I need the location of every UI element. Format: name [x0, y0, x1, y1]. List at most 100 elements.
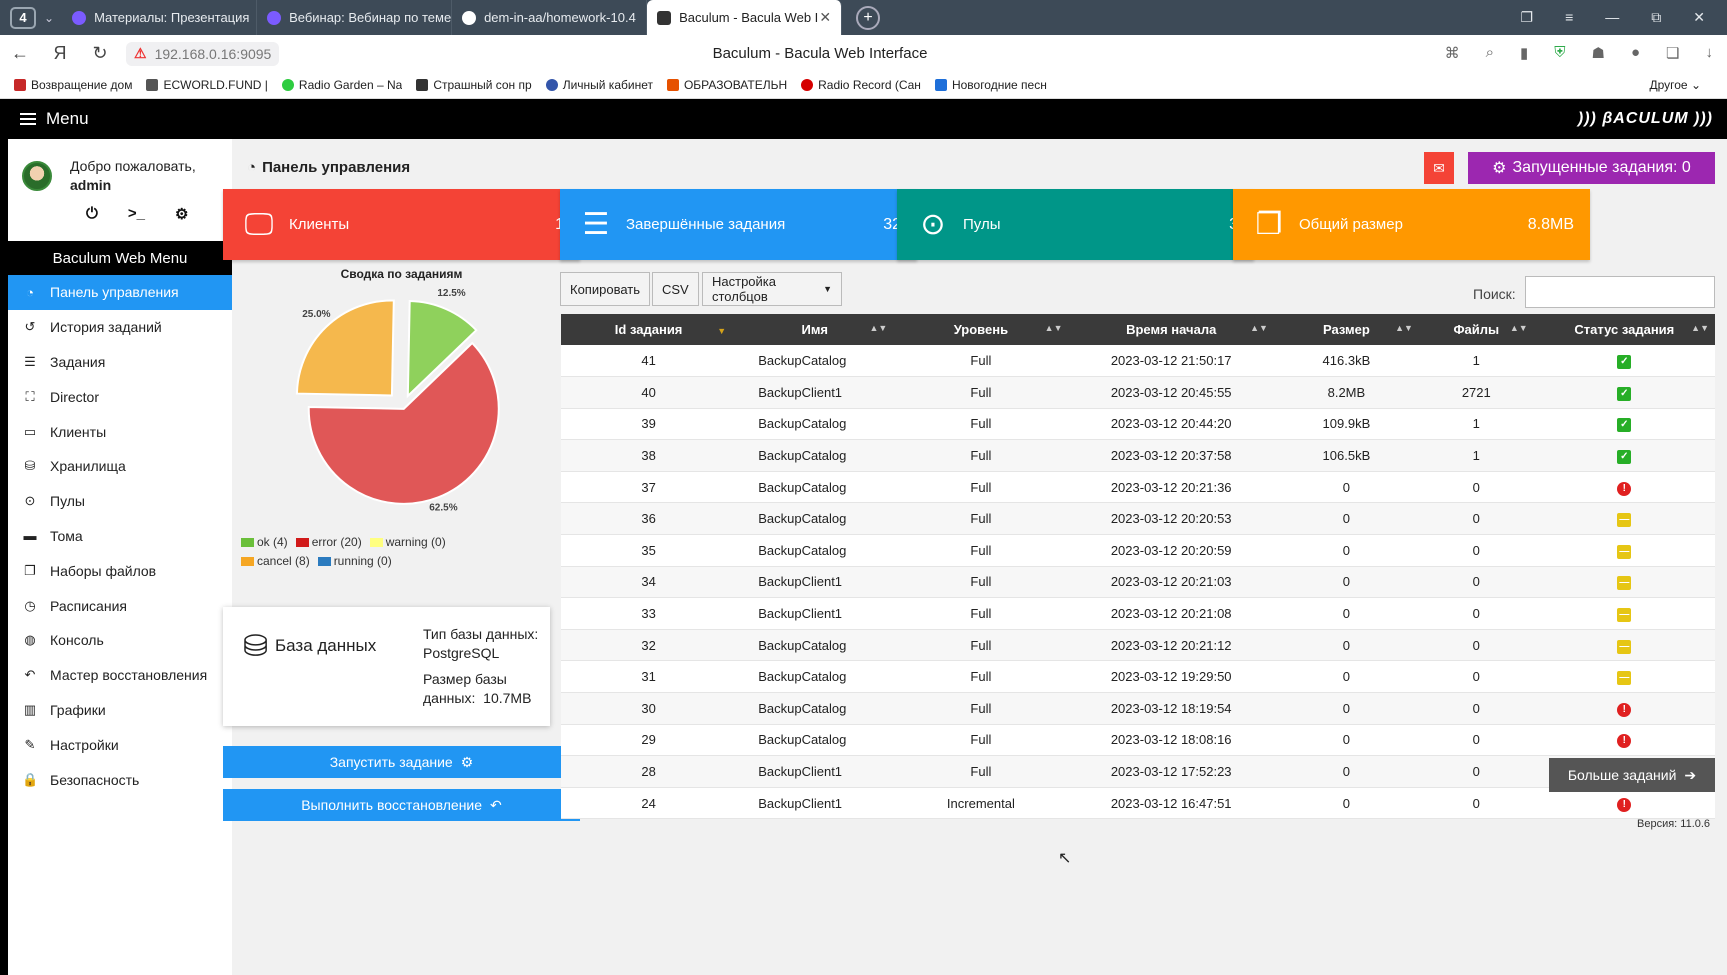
run-job-button[interactable]: Запустить задание ⚙ — [223, 746, 580, 778]
bookmark-label: Личный кабинет — [562, 78, 653, 92]
table-row[interactable]: 33 BackupClient1 Full 2023-03-12 20:21:08 0 0… — [561, 597, 1715, 630]
table-row[interactable]: 36 BackupCatalog Full 2023-03-12 20:20:53 0 0… — [561, 502, 1715, 536]
tab-list-dropdown[interactable]: ⌄ — [44, 11, 54, 25]
github-icon — [462, 10, 477, 25]
close-window-icon[interactable]: ✕ — [1693, 9, 1705, 26]
finished-jobs-card[interactable]: ☰ Завершённые задания 32 — [560, 189, 917, 260]
total-size-card[interactable]: ❐ Общий размер 8.8MB — [1233, 189, 1590, 260]
sidebar-item[interactable]: 🔒 Безопасность — [8, 762, 232, 797]
sidebar-item[interactable]: ⛁ Хранилища — [8, 449, 232, 484]
protect-shield-icon[interactable]: ⛨ — [1554, 44, 1565, 62]
table-row[interactable]: 40 BackupClient1 Full 2023-03-12 20:45:55 8.… — [561, 376, 1715, 409]
bookmark-item[interactable]: Страшный сон пр — [416, 78, 532, 92]
tab-favicon-icon — [72, 10, 87, 25]
bookmark-icon[interactable]: ▮ — [1520, 44, 1528, 62]
gear-icon[interactable]: ⚙ — [175, 205, 188, 223]
status-ok-icon: ✓ — [1617, 450, 1632, 465]
collections-icon[interactable]: ❏ — [1666, 44, 1679, 62]
sidebar-item[interactable]: ◷ Расписания — [8, 588, 232, 623]
menu-toggle-button[interactable]: Menu — [20, 109, 89, 129]
sidebar-item[interactable]: ◍ Консоль — [8, 623, 232, 658]
sidebar-item[interactable]: ⛶ Director — [8, 379, 232, 414]
sidebar-item[interactable]: ▥ Графики — [8, 693, 232, 728]
column-header[interactable]: Имя ▲▼ — [736, 314, 894, 345]
tab-count-badge[interactable]: 4 — [10, 6, 36, 29]
column-header-label: Статус задания — [1574, 322, 1675, 337]
browser-menu-icon[interactable]: ≡ — [1565, 9, 1573, 26]
table-row[interactable]: 38 BackupCatalog Full 2023-03-12 20:37:58 10… — [561, 439, 1715, 472]
pools-card[interactable]: ⊙Пулы3 — [897, 189, 1254, 260]
table-row[interactable]: 41 BackupCatalog Full 2023-03-12 21:50:17 41… — [561, 345, 1715, 378]
search-input[interactable] — [1525, 276, 1715, 308]
column-header[interactable]: Файлы ▲▼ — [1418, 314, 1534, 345]
table-cell: BackupClient1 — [736, 566, 894, 599]
download-icon[interactable]: ↓ — [1706, 44, 1714, 62]
column-header[interactable]: Размер ▲▼ — [1273, 314, 1419, 345]
bookmark-item[interactable]: ECWORLD.FUND | — [146, 78, 268, 92]
desktop-icon: ▭ — [23, 423, 37, 439]
table-row[interactable]: 37 BackupCatalog Full 2023-03-12 20:21:36 0 0… — [561, 471, 1715, 504]
bookmark-item[interactable]: Radio Record (Сан — [801, 78, 921, 92]
new-tab-button[interactable]: + — [856, 5, 881, 30]
sidebar-item[interactable]: ✎ Настройки — [8, 727, 232, 762]
legend-item[interactable]: running (0) — [317, 554, 392, 568]
bookmark-item[interactable]: Личный кабинет — [545, 78, 653, 92]
csv-button[interactable]: CSV — [652, 272, 699, 306]
power-icon[interactable]: ⏻ — [86, 205, 98, 223]
sidebar-item[interactable]: ▭ Клиенты — [8, 414, 232, 449]
table-row[interactable]: 35 BackupCatalog Full 2023-03-12 20:20:59 0 0… — [561, 534, 1715, 567]
table-cell: 2023-03-12 20:37:58 — [1068, 439, 1274, 472]
table-row[interactable]: 32 BackupCatalog Full 2023-03-12 20:21:12 0 0… — [561, 629, 1715, 662]
column-settings-button[interactable]: Настройка столбцов ▼ — [702, 272, 842, 306]
copy-button[interactable]: Копировать — [560, 272, 650, 306]
table-row[interactable]: 24 BackupClient1 Incremental 2023-03-12 16:… — [561, 787, 1715, 820]
sidebar-item[interactable]: ⊙ Пулы — [8, 484, 232, 519]
table-cell: BackupCatalog — [736, 534, 894, 567]
extension-icon[interactable]: ● — [1631, 44, 1640, 62]
minimize-icon[interactable]: — — [1605, 9, 1619, 26]
column-header[interactable]: Статус задания ▲▼ — [1533, 314, 1715, 345]
browser-tab-active[interactable]: Baculum - Bacula Web I ✕ — [647, 0, 843, 35]
running-jobs-button[interactable]: ⚙ Запущенные задания: 0 — [1468, 152, 1715, 184]
legend-item[interactable]: error (20) — [295, 535, 362, 549]
legend-item[interactable]: warning (0) — [369, 535, 446, 549]
browser-tab[interactable]: dem-in-aa/homework-10.4 — [452, 0, 648, 35]
collections-icon[interactable]: ❐ — [1521, 9, 1534, 26]
restore-button[interactable]: Выполнить восстановление ↶ — [223, 789, 580, 821]
more-jobs-button[interactable]: Больше заданий ➔ — [1549, 758, 1715, 792]
sidebar-item[interactable]: ☰ Задания — [8, 345, 232, 380]
bookmark-item[interactable]: Radio Garden – Na — [281, 78, 402, 92]
zoom-icon[interactable]: ⌕ — [1486, 44, 1494, 62]
bookmarks-bar: Возвращение дом ECWORLD.FUND | Radio Gar… — [0, 72, 1727, 99]
browser-tab[interactable]: Вебинар: Вебинар по теме — [257, 0, 453, 35]
messages-button[interactable]: ✉ — [1424, 152, 1454, 184]
undo-icon: ↶ — [24, 667, 36, 683]
table-row[interactable]: 34 BackupClient1 Full 2023-03-12 20:21:03 0 0… — [561, 566, 1715, 599]
column-header[interactable]: Уровень ▲▼ — [893, 314, 1069, 345]
table-row[interactable]: 39 BackupCatalog Full 2023-03-12 20:44:20 10… — [561, 408, 1715, 441]
sidebar-item[interactable]: ◔ Панель управления — [8, 275, 232, 310]
extension-icon[interactable]: ☗ — [1592, 44, 1605, 62]
browser-tab[interactable]: Материалы: Презентация — [62, 0, 258, 35]
column-header[interactable]: Id задания ▼ — [561, 314, 737, 345]
legend-item[interactable]: cancel (8) — [241, 554, 310, 568]
sidebar-item[interactable]: ▬ Тома — [8, 519, 232, 554]
browser-tab-bar: 4 ⌄ Материалы: Презентация Вебинар: Веби… — [0, 0, 1727, 35]
translate-icon[interactable]: ⌘ — [1445, 44, 1460, 62]
sidebar-item[interactable]: ↺ История заданий — [8, 310, 232, 345]
bookmark-item[interactable]: ОБРАЗОВАТЕЛЬН — [666, 78, 787, 92]
other-bookmarks[interactable]: Другое ⌄ — [1649, 78, 1701, 92]
sidebar-item[interactable]: ↶ Мастер восстановления — [8, 658, 232, 693]
close-tab-icon[interactable]: ✕ — [819, 9, 831, 26]
column-header[interactable]: Время начала ▲▼ — [1068, 314, 1274, 345]
legend-item[interactable]: ok (4) — [241, 535, 288, 549]
sidebar-item[interactable]: ❐ Наборы файлов — [8, 553, 232, 588]
table-row[interactable]: 29 BackupCatalog Full 2023-03-12 18:08:16 0 0… — [561, 724, 1715, 757]
bookmark-item[interactable]: Новогодние песн — [934, 78, 1047, 92]
table-row[interactable]: 30 BackupCatalog Full 2023-03-12 18:19:54 0 0… — [561, 692, 1715, 725]
table-row[interactable]: 31 BackupCatalog Full 2023-03-12 19:29:50 0 0… — [561, 660, 1715, 694]
restore-window-icon[interactable]: ⧉ — [1651, 9, 1661, 26]
terminal-icon[interactable]: >_ — [128, 205, 145, 223]
table-row[interactable]: 28 BackupClient1 Full 2023-03-12 17:52:23 0 0… — [561, 755, 1715, 788]
bookmark-item[interactable]: Возвращение дом — [14, 78, 132, 92]
